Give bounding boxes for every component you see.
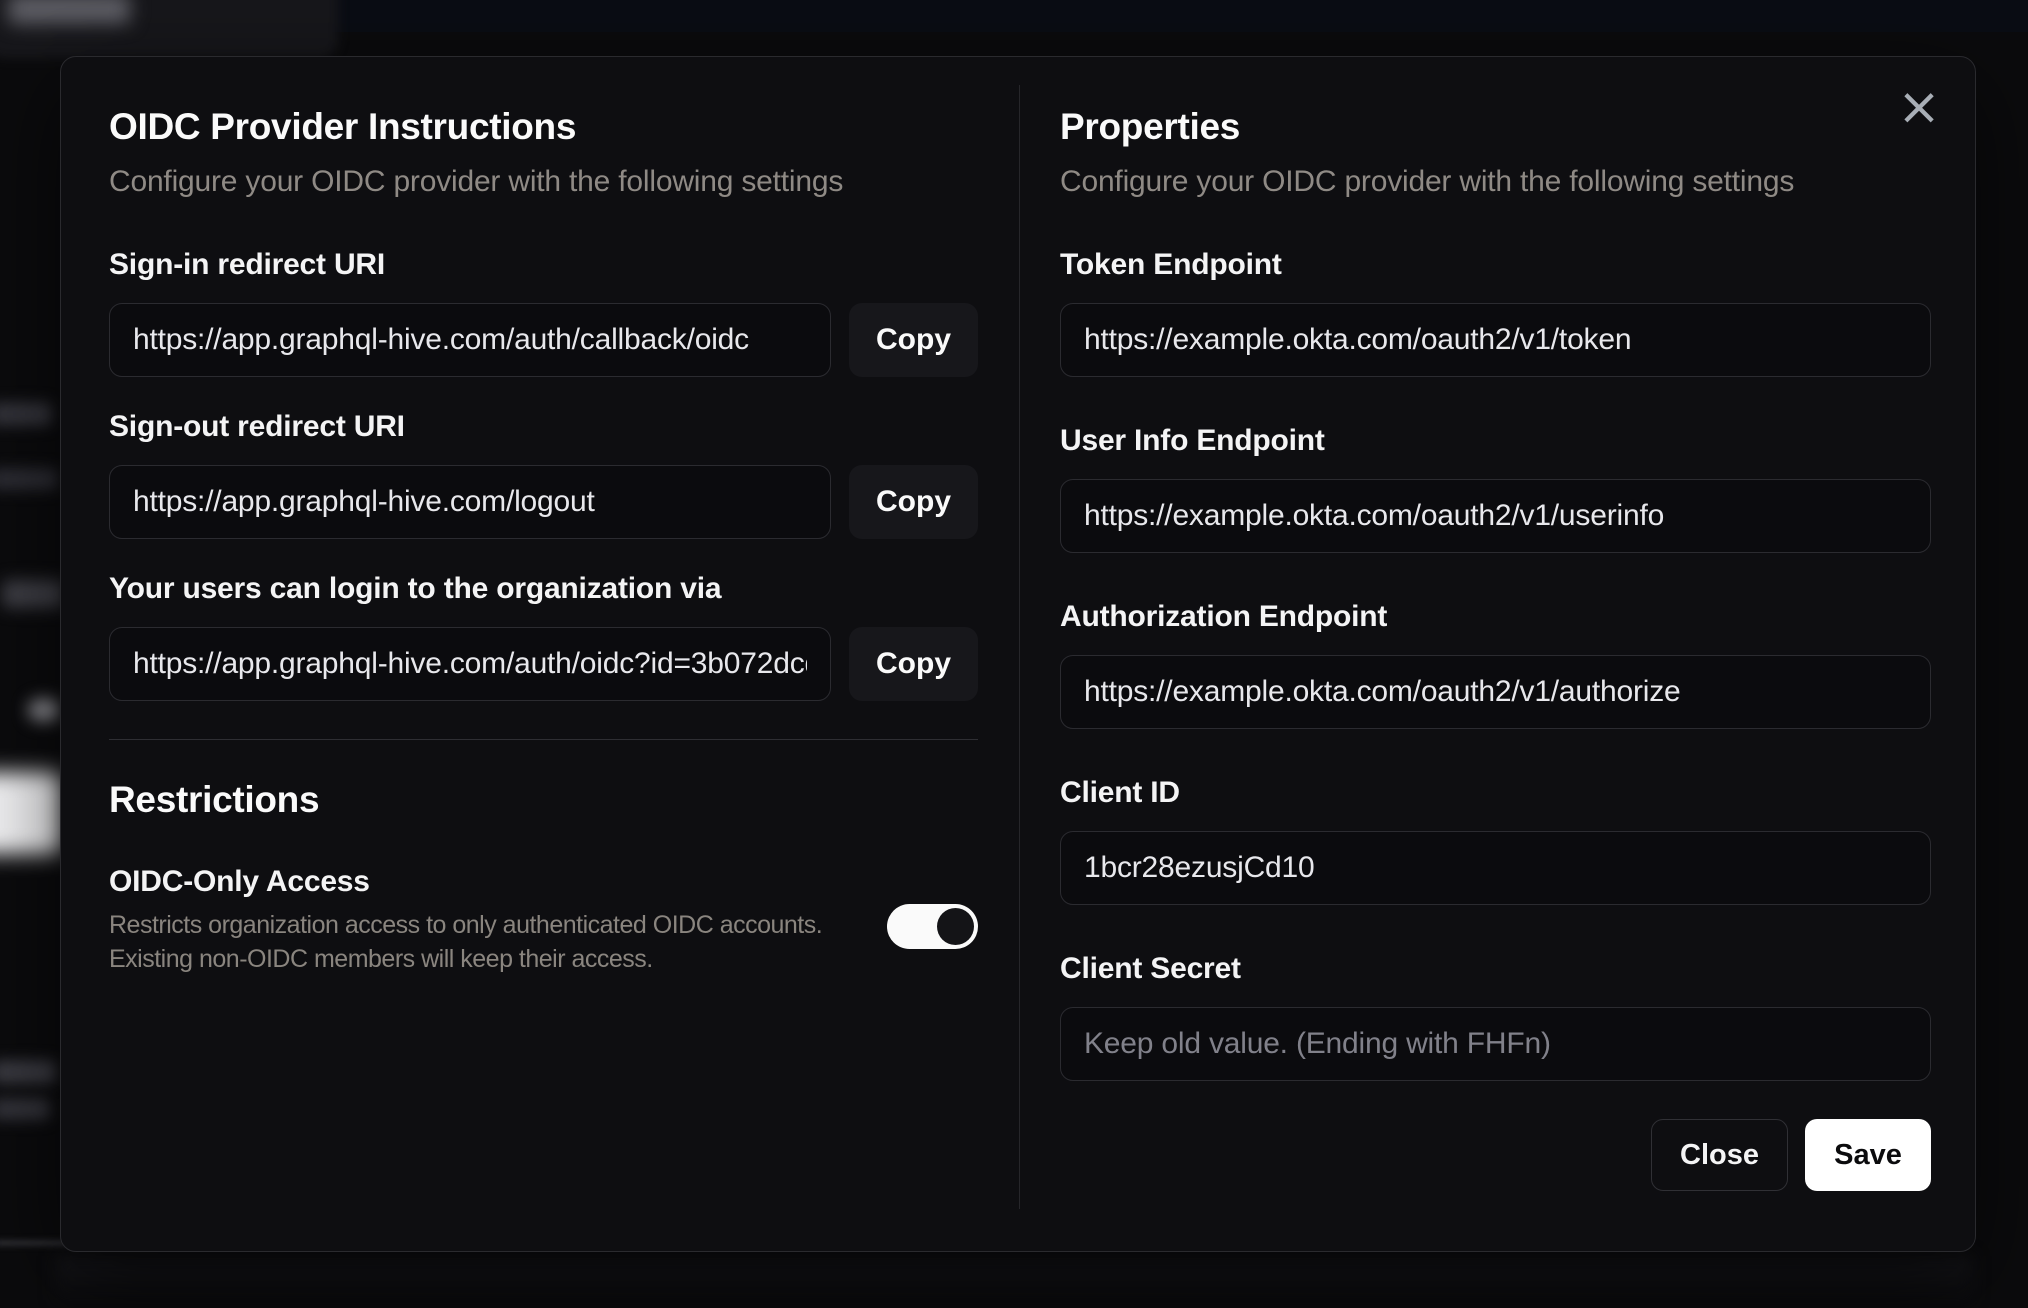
background-blur-text	[0, 1098, 50, 1120]
oidc-only-access-label: OIDC-Only Access	[109, 865, 370, 898]
sign-in-redirect-uri-input[interactable]	[109, 303, 831, 377]
login-url-input[interactable]	[109, 627, 831, 701]
properties-column: Properties Configure your OIDC provider …	[1060, 57, 1931, 1251]
sign-in-redirect-uri-row: Copy	[109, 303, 978, 377]
background-band	[0, 0, 2028, 32]
instructions-subtitle: Configure your OIDC provider with the fo…	[109, 165, 844, 198]
authorization-endpoint-row	[1060, 655, 1931, 729]
oidc-only-access-text: OIDC-Only Access Restricts organization …	[109, 864, 887, 976]
background-blur-text	[0, 468, 58, 490]
token-endpoint-label: Token Endpoint	[1060, 248, 1282, 281]
background-blur-card	[0, 0, 338, 58]
client-secret-label: Client Secret	[1060, 952, 1241, 985]
background-blur-line	[0, 1240, 68, 1246]
oidc-only-access-description-line2: Existing non-OIDC members will keep thei…	[109, 945, 653, 973]
oidc-only-access-toggle[interactable]	[887, 904, 978, 949]
token-endpoint-row	[1060, 303, 1931, 377]
section-divider	[109, 739, 978, 740]
column-divider	[1019, 85, 1020, 1209]
properties-title: Properties	[1060, 106, 1241, 147]
sign-out-redirect-uri-input[interactable]	[109, 465, 831, 539]
background-band	[0, 0, 2028, 32]
login-url-row: Copy	[109, 627, 978, 701]
oidc-only-access-row: OIDC-Only Access Restricts organization …	[109, 864, 978, 976]
authorization-endpoint-input[interactable]	[1060, 655, 1931, 729]
copy-login-url-button[interactable]: Copy	[849, 627, 978, 701]
client-id-label: Client ID	[1060, 776, 1180, 809]
sign-out-redirect-uri-label: Sign-out redirect URI	[109, 410, 405, 443]
restrictions-title: Restrictions	[109, 779, 320, 820]
background-blur-dot	[28, 698, 60, 722]
login-url-label: Your users can login to the organization…	[109, 572, 722, 605]
client-id-input[interactable]	[1060, 831, 1931, 905]
client-secret-input[interactable]	[1060, 1007, 1931, 1081]
dialog-actions: Close Save	[1060, 1119, 1931, 1191]
authorization-endpoint-label: Authorization Endpoint	[1060, 600, 1388, 633]
oidc-only-access-description-line1: Restricts organization access to only au…	[109, 911, 823, 939]
client-secret-row	[1060, 1007, 1931, 1081]
copy-sign-in-redirect-uri-button[interactable]: Copy	[849, 303, 978, 377]
sign-in-redirect-uri-label: Sign-in redirect URI	[109, 248, 386, 281]
user-info-endpoint-label: User Info Endpoint	[1060, 424, 1325, 457]
background-blur-logo	[8, 0, 130, 24]
save-button[interactable]: Save	[1805, 1119, 1931, 1191]
copy-sign-out-redirect-uri-button[interactable]: Copy	[849, 465, 978, 539]
user-info-endpoint-row	[1060, 479, 1931, 553]
instructions-title: OIDC Provider Instructions	[109, 106, 577, 147]
background-blur-text	[0, 1060, 56, 1084]
instructions-column: OIDC Provider Instructions Configure you…	[109, 57, 978, 1251]
oidc-settings-dialog: × OIDC Provider Instructions Configure y…	[60, 56, 1976, 1252]
sign-out-redirect-uri-row: Copy	[109, 465, 978, 539]
user-info-endpoint-input[interactable]	[1060, 479, 1931, 553]
background-blur-white-bar	[0, 772, 62, 854]
background-blur-text	[2, 580, 64, 608]
toggle-knob	[937, 908, 974, 945]
token-endpoint-input[interactable]	[1060, 303, 1931, 377]
client-id-row	[1060, 831, 1931, 905]
background-blur-text	[0, 402, 52, 426]
properties-subtitle: Configure your OIDC provider with the fo…	[1060, 165, 1795, 198]
background-glow	[56, 1256, 1972, 1300]
close-button[interactable]: Close	[1651, 1119, 1788, 1191]
